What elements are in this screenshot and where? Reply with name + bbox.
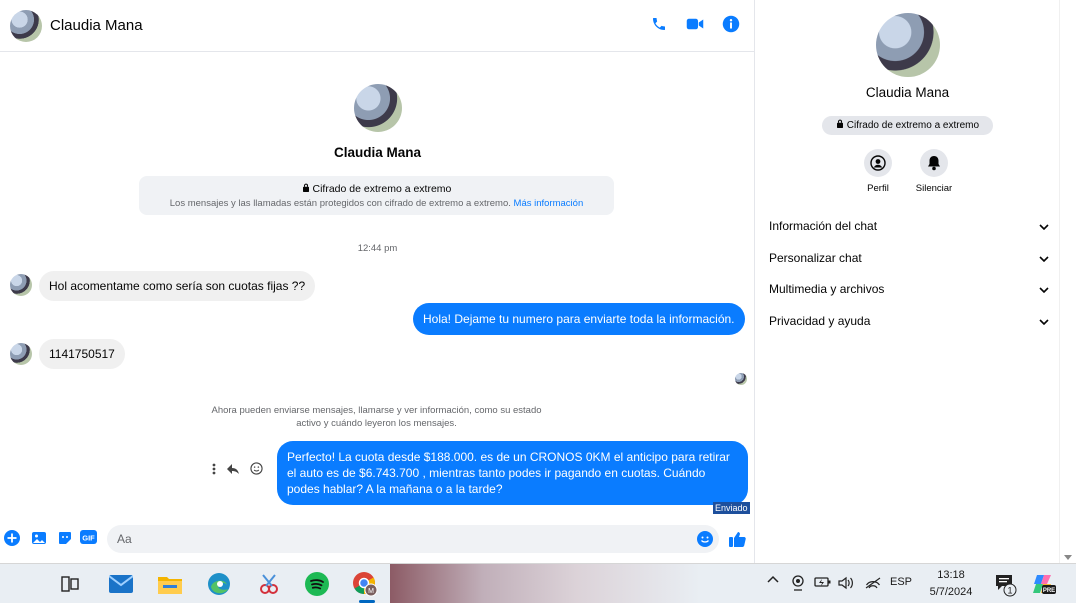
- phone-call-icon[interactable]: [649, 14, 669, 34]
- section-media-files[interactable]: Multimedia y archivos: [769, 282, 1049, 296]
- profile-action[interactable]: Perfil: [853, 149, 903, 194]
- mute-label: Silenciar: [915, 183, 953, 194]
- show-hidden-icons-chevron-icon[interactable]: [767, 574, 779, 586]
- section-privacy-help[interactable]: Privacidad y ayuda: [769, 314, 1049, 328]
- page-scrollbar[interactable]: [1059, 0, 1076, 563]
- lock-icon: [302, 183, 313, 195]
- seen-receipt-avatar: [735, 373, 747, 385]
- chat-panel: Claudia Mana Claudia Mana Cifrado de ext…: [0, 0, 755, 563]
- wifi-icon[interactable]: [865, 577, 881, 592]
- gif-icon[interactable]: GIF: [80, 530, 98, 548]
- chevron-down-icon: [1039, 251, 1049, 265]
- task-view-icon[interactable]: [57, 571, 83, 597]
- encryption-notice: Cifrado de extremo a extremo Los mensaje…: [139, 176, 614, 215]
- edge-browser-icon[interactable]: [206, 571, 232, 597]
- emoji-icon[interactable]: [697, 531, 715, 549]
- input-language[interactable]: ESP: [890, 576, 912, 588]
- section-customize-chat[interactable]: Personalizar chat: [769, 251, 1049, 265]
- sender-avatar[interactable]: [10, 343, 32, 365]
- copilot-icon[interactable]: PRE: [1032, 572, 1056, 599]
- profile-label: Perfil: [867, 183, 889, 194]
- photo-icon[interactable]: [31, 530, 49, 548]
- copilot-preview-badge: PRE: [1043, 588, 1055, 594]
- system-clock[interactable]: 13:18 5/7/2024: [922, 567, 980, 601]
- windows-taskbar: M ESP 13:18 5/7/2024 1 PRE: [0, 563, 1076, 603]
- system-note: Ahora pueden enviarse mensajes, llamarse…: [211, 405, 542, 429]
- intro-avatar[interactable]: [353, 84, 402, 132]
- bell-icon[interactable]: [920, 149, 948, 177]
- more-options-icon[interactable]: [212, 463, 216, 478]
- header-actions: [649, 14, 741, 34]
- reply-icon[interactable]: [226, 463, 240, 478]
- contact-avatar[interactable]: [10, 9, 42, 42]
- chat-header: Claudia Mana: [0, 0, 755, 52]
- spotify-icon[interactable]: [304, 571, 330, 597]
- snipping-tool-icon[interactable]: [256, 571, 282, 597]
- thumbs-up-icon[interactable]: [728, 530, 746, 548]
- message-input[interactable]: Aa: [107, 525, 719, 553]
- chevron-down-icon: [1039, 219, 1049, 233]
- gif-icon-label: GIF: [82, 534, 95, 543]
- taskbar-wallpaper: [390, 564, 700, 603]
- chevron-down-icon: [1039, 282, 1049, 296]
- chrome-icon[interactable]: M: [352, 571, 378, 597]
- encryption-badge: Cifrado de extremo a extremo: [822, 116, 993, 135]
- intro-name: Claudia Mana: [333, 145, 422, 160]
- encryption-title: Cifrado de extremo a extremo: [139, 183, 614, 195]
- file-explorer-icon[interactable]: [157, 571, 183, 597]
- info-avatar[interactable]: [876, 13, 940, 77]
- info-contact-name: Claudia Mana: [865, 85, 950, 100]
- scroll-down-arrow-icon[interactable]: [1064, 555, 1072, 560]
- chat-intro: Claudia Mana: [0, 84, 755, 160]
- chevron-down-icon: [1039, 314, 1049, 328]
- mail-icon[interactable]: [108, 571, 134, 597]
- react-icon[interactable]: [250, 462, 263, 478]
- notification-count: 1: [1007, 585, 1012, 595]
- mute-action[interactable]: Silenciar: [909, 149, 959, 194]
- sticker-icon[interactable]: [57, 530, 75, 548]
- sent-status: Enviado: [713, 502, 750, 514]
- webcam-icon[interactable]: [791, 575, 805, 594]
- message-bubble-outgoing[interactable]: Hola! Dejame tu numero para enviarte tod…: [413, 303, 745, 335]
- volume-icon[interactable]: [838, 576, 854, 593]
- lock-icon: [836, 119, 847, 131]
- sender-avatar[interactable]: [10, 274, 32, 296]
- message-bubble-incoming[interactable]: 1141750517: [39, 339, 125, 369]
- message-bubble-outgoing[interactable]: Perfecto! La cuota desde $188.000. es de…: [277, 441, 748, 505]
- notifications-icon[interactable]: 1: [994, 573, 1018, 600]
- message-bubble-incoming[interactable]: Hol acomentame como sería son cuotas fij…: [39, 271, 316, 301]
- clock-date: 5/7/2024: [929, 586, 973, 598]
- chat-info-panel: Claudia Mana Cifrado de extremo a extrem…: [756, 0, 1059, 563]
- info-icon[interactable]: [721, 14, 741, 34]
- contact-name[interactable]: Claudia Mana: [50, 17, 143, 34]
- section-chat-info[interactable]: Información del chat: [769, 219, 1049, 233]
- encryption-description: Los mensajes y las llamadas están proteg…: [169, 198, 584, 209]
- video-call-icon[interactable]: [685, 14, 705, 34]
- message-timestamp: 12:44 pm: [357, 243, 398, 254]
- chrome-profile-badge: M: [368, 588, 374, 595]
- profile-icon[interactable]: [864, 149, 892, 177]
- message-composer: GIF Aa: [0, 522, 755, 558]
- message-actions: [212, 462, 263, 478]
- add-plus-icon[interactable]: [4, 530, 22, 548]
- more-info-link[interactable]: Más información: [514, 198, 584, 209]
- clock-time: 13:18: [937, 569, 965, 581]
- battery-icon[interactable]: [814, 576, 832, 591]
